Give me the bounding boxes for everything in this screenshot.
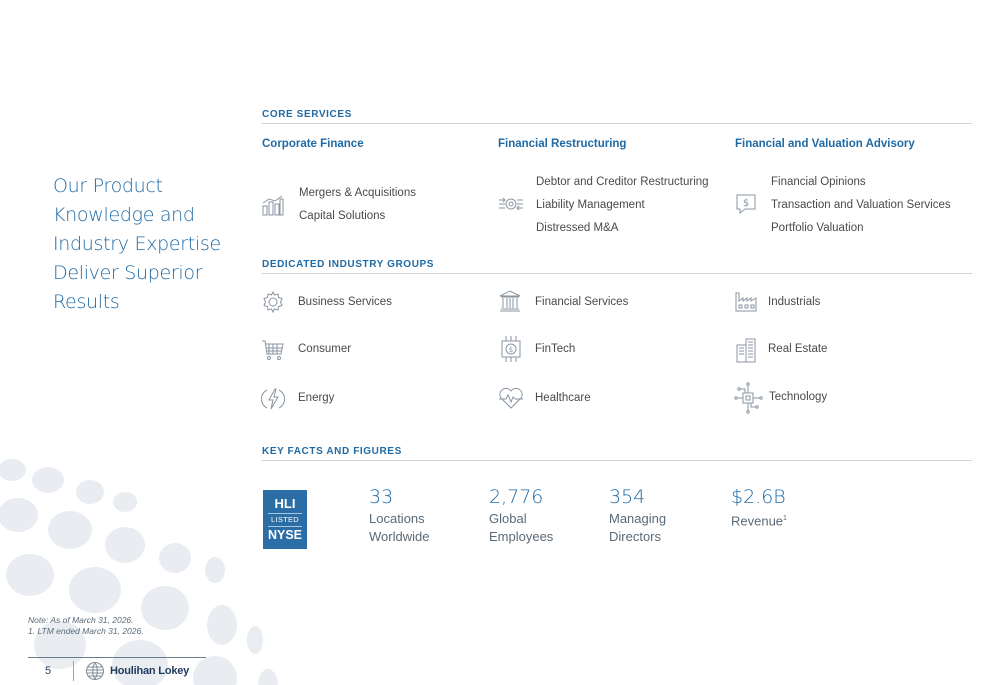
fact-label-line: Worldwide bbox=[369, 529, 430, 544]
core-services-title: CORE SERVICES bbox=[262, 109, 352, 120]
dollar-chat-icon: $ bbox=[734, 192, 758, 216]
industry-business-services: Business Services bbox=[298, 296, 392, 308]
fact-value: $2.6B bbox=[731, 486, 786, 508]
industry-real-estate: Real Estate bbox=[768, 343, 828, 355]
corporate-finance-list: Mergers & Acquisitions Capital Solutions bbox=[299, 182, 416, 228]
list-item: Distressed M&A bbox=[536, 222, 619, 234]
bar-chart-icon bbox=[261, 194, 285, 218]
industry-industrials: Industrials bbox=[768, 296, 821, 308]
buildings-icon bbox=[734, 337, 758, 363]
badge-exchange: NYSE bbox=[267, 528, 303, 542]
list-item: Financial Opinions bbox=[771, 176, 866, 188]
fact-label-line: Directors bbox=[609, 529, 662, 544]
industry-energy: Energy bbox=[298, 392, 335, 404]
footnotes: Note: As of March 31, 2026. 1. LTM ended… bbox=[28, 615, 144, 637]
factory-icon bbox=[734, 289, 758, 313]
decorative-dot-pattern bbox=[0, 459, 278, 685]
fact-label: Revenue1 bbox=[731, 510, 787, 530]
fact-label-line: Employees bbox=[489, 529, 554, 544]
gear-icon bbox=[261, 290, 285, 314]
footer-separator bbox=[73, 661, 74, 681]
page-heading: Our Product Knowledge and Industry Exper… bbox=[53, 172, 233, 317]
footnote-mark: 1 bbox=[783, 515, 787, 522]
svg-text:$: $ bbox=[509, 346, 513, 354]
note-line: Note: As of March 31, 2026. bbox=[28, 615, 134, 625]
section-divider bbox=[262, 273, 972, 274]
fact-label: Managing Directors bbox=[609, 510, 666, 546]
industry-groups-title: DEDICATED INDUSTRY GROUPS bbox=[262, 259, 435, 270]
heading-line: Deliver Superior bbox=[53, 262, 203, 284]
fact-label: Locations Worldwide bbox=[369, 510, 429, 546]
svg-text:$: $ bbox=[743, 198, 749, 209]
fact-value: 33 bbox=[369, 486, 394, 508]
fact-label-line: Locations bbox=[369, 511, 425, 526]
corporate-finance-title: Corporate Finance bbox=[262, 138, 364, 150]
note-line: 1. LTM ended March 31, 2026. bbox=[28, 626, 144, 636]
list-item: Debtor and Creditor Restructuring bbox=[536, 176, 709, 188]
shopping-cart-icon bbox=[261, 338, 285, 362]
section-divider bbox=[262, 123, 972, 124]
heading-line: Knowledge and bbox=[53, 204, 195, 226]
financial-restructuring-list: Debtor and Creditor Restructuring Liabil… bbox=[536, 171, 709, 240]
heading-line: Industry Expertise bbox=[53, 233, 221, 255]
list-item: Transaction and Valuation Services bbox=[771, 199, 951, 211]
industry-technology: Technology bbox=[769, 391, 828, 403]
circuit-icon bbox=[733, 381, 763, 415]
fact-employees: 2,776 Global Employees bbox=[489, 484, 553, 546]
valuation-advisory-list: Financial Opinions Transaction and Valua… bbox=[771, 171, 951, 240]
houlihan-lokey-logo-icon bbox=[84, 661, 106, 681]
valuation-advisory-title: Financial and Valuation Advisory bbox=[735, 138, 915, 150]
brand-name: Houlihan Lokey bbox=[110, 665, 190, 677]
lightning-icon bbox=[261, 386, 285, 412]
fact-label-text: Revenue bbox=[731, 513, 784, 529]
badge-listed: LISTED bbox=[268, 513, 302, 527]
list-item: Capital Solutions bbox=[299, 210, 386, 222]
industry-financial-services: Financial Services bbox=[535, 296, 629, 308]
fact-managing-directors: 354 Managing Directors bbox=[609, 484, 666, 546]
list-item: Mergers & Acquisitions bbox=[299, 187, 416, 199]
nyse-listed-badge: HLI LISTED NYSE bbox=[263, 490, 307, 549]
industry-consumer: Consumer bbox=[298, 343, 352, 355]
fact-value: 2,776 bbox=[489, 486, 544, 508]
financial-restructuring-title: Financial Restructuring bbox=[498, 138, 627, 150]
gears-arrows-icon bbox=[498, 192, 524, 216]
footer-divider bbox=[28, 657, 206, 658]
industry-fintech: FinTech bbox=[535, 343, 576, 355]
bank-icon bbox=[498, 289, 522, 313]
fact-label-line: Managing bbox=[609, 511, 667, 526]
heading-line: Results bbox=[53, 291, 120, 313]
badge-ticker: HLI bbox=[274, 496, 296, 511]
page-number: 5 bbox=[45, 665, 52, 677]
fintech-chip-icon: $ bbox=[498, 335, 524, 363]
heartbeat-icon bbox=[498, 386, 524, 410]
fact-label-line: Revenue1 bbox=[731, 510, 787, 530]
industry-healthcare: Healthcare bbox=[535, 392, 591, 404]
fact-locations: 33 Locations Worldwide bbox=[369, 484, 429, 546]
list-item: Portfolio Valuation bbox=[771, 222, 864, 234]
section-divider bbox=[262, 460, 972, 461]
fact-value: 354 bbox=[609, 486, 646, 508]
heading-line: Our Product bbox=[53, 175, 163, 197]
fact-label: Global Employees bbox=[489, 510, 553, 546]
list-item: Liability Management bbox=[536, 199, 645, 211]
fact-revenue: $2.6B Revenue1 bbox=[731, 484, 787, 530]
key-facts-title: KEY FACTS AND FIGURES bbox=[262, 446, 402, 457]
fact-label-line: Global bbox=[489, 511, 527, 526]
